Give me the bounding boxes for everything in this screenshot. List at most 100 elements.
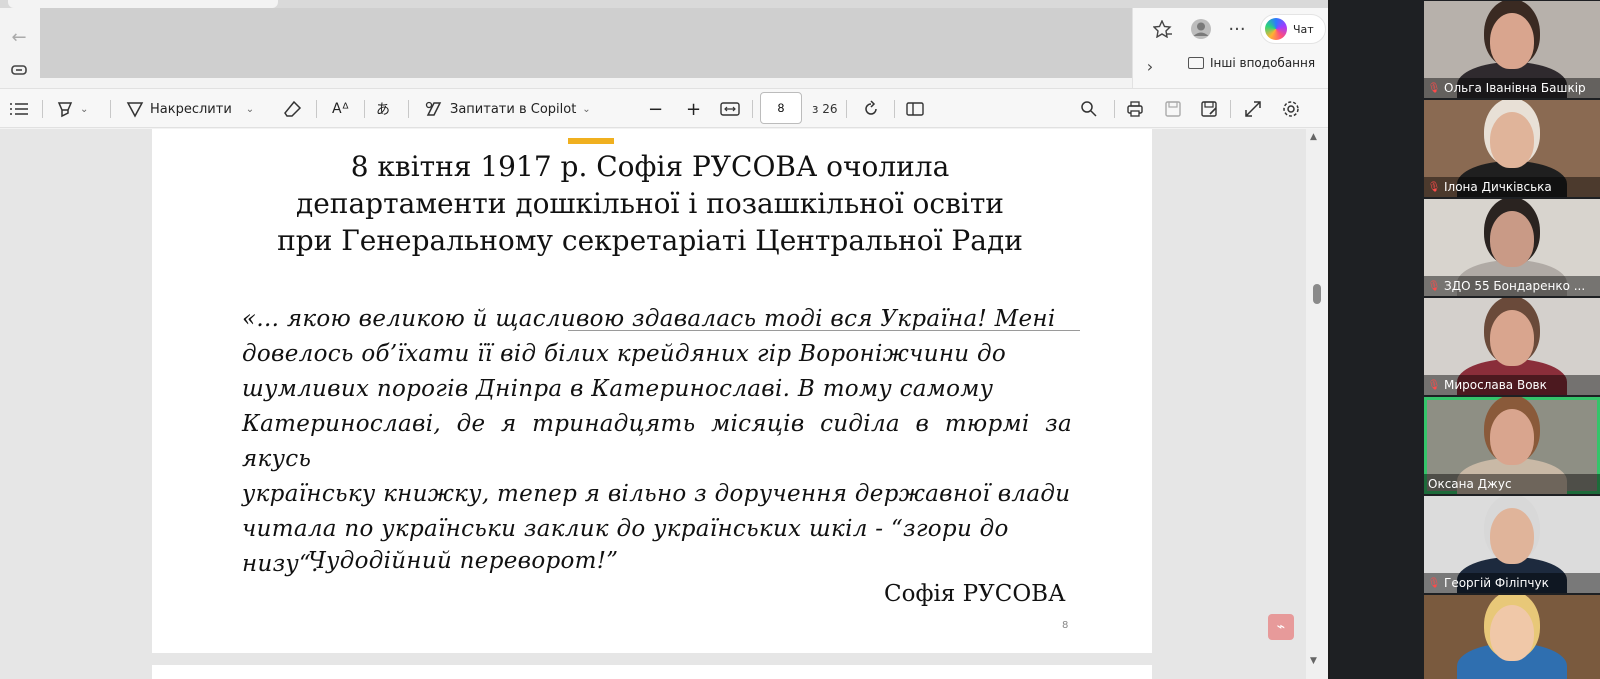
participant-face xyxy=(1490,507,1534,564)
chevron-down-icon[interactable]: ⌄ xyxy=(582,104,590,115)
participant-name: Ольга Іванівна Башкір xyxy=(1444,81,1586,95)
rotate-icon xyxy=(865,100,877,115)
slide-title-line: 8 квітня 1917 р. Софія РУСОВА очолила xyxy=(350,150,950,183)
search-icon xyxy=(1081,101,1097,117)
back-icon[interactable]: ← xyxy=(6,24,32,50)
participant-face xyxy=(1490,12,1534,69)
eraser-button[interactable] xyxy=(284,89,302,129)
chevron-right-icon[interactable]: › xyxy=(1140,54,1160,78)
scrollbar-thumb[interactable] xyxy=(1313,284,1321,304)
read-aloud-icon: Aᐞ xyxy=(332,101,350,117)
chevron-down-icon[interactable]: ⌄ xyxy=(80,104,88,115)
participant-face xyxy=(1490,309,1534,366)
participant-face xyxy=(1490,210,1534,267)
text-underline xyxy=(568,330,1080,331)
vertical-scrollbar[interactable] xyxy=(1306,129,1328,679)
zoom-out-button[interactable]: − xyxy=(648,89,663,129)
tab-actions-icon[interactable] xyxy=(6,60,32,80)
rotate-button[interactable] xyxy=(862,89,880,129)
muted-mic-icon: 🎙 xyxy=(1427,181,1441,193)
search-button[interactable] xyxy=(1080,89,1098,129)
page-number-input[interactable] xyxy=(760,92,802,124)
active-tab[interactable] xyxy=(8,0,278,8)
participant-tile[interactable]: 🎙 ЗДО 55 Бондаренко ... xyxy=(1424,199,1600,296)
quote-line: читала по українськи заклик до українськ… xyxy=(242,516,1009,542)
participant-name-bar: 🎙 Георгій Філіпчук xyxy=(1424,573,1600,593)
chevron-down-icon[interactable]: ⌄ xyxy=(246,104,254,115)
address-area xyxy=(40,8,1132,78)
quote-line: Катеринославі, де я тринадцять місяців с… xyxy=(242,411,1072,472)
participant-tile[interactable]: 🎙 Ольга Іванівна Башкір xyxy=(1424,1,1600,98)
participant-tile[interactable] xyxy=(1424,595,1600,679)
settings-button[interactable] xyxy=(1282,89,1300,129)
fullscreen-button[interactable] xyxy=(1244,89,1262,129)
participant-tile[interactable]: 🎙 Мирослава Вовк xyxy=(1424,298,1600,395)
participant-face xyxy=(1490,605,1534,662)
plus-icon: + xyxy=(686,98,702,120)
highlight-button[interactable]: ⌄ xyxy=(56,89,88,129)
quote-line: довелось об’їхати її від білих крейдяних… xyxy=(242,341,1007,367)
zoom-in-button[interactable]: + xyxy=(686,89,701,129)
print-button[interactable] xyxy=(1126,89,1144,129)
draw-button[interactable]: Накреслити ⌄ xyxy=(126,89,254,129)
participant-name-bar: 🎙 Ілона Дичківська xyxy=(1424,177,1600,197)
more-options-icon[interactable]: ··· xyxy=(1224,16,1250,42)
participant-name: Оксана Джус xyxy=(1428,477,1512,491)
page-total: з 26 xyxy=(812,102,838,116)
participant-name: Георгій Філіпчук xyxy=(1444,576,1549,590)
profile-avatar-icon[interactable] xyxy=(1188,16,1214,42)
quote-line: шумливих порогів Дніпра в Катеринославі.… xyxy=(242,376,994,402)
participant-face xyxy=(1490,111,1534,168)
quote-text: «... якою великою й щасливою здавалась т… xyxy=(242,302,1072,582)
copilot-logo-icon xyxy=(1265,18,1287,40)
draw-pen-icon xyxy=(126,102,144,118)
participant-name: Мирослава Вовк xyxy=(1444,378,1547,392)
expand-icon xyxy=(1245,101,1261,117)
ask-copilot-button[interactable]: Запитати в Copilot ⌄ xyxy=(424,89,591,129)
copilot-chat-label: Чат xyxy=(1293,22,1314,36)
translate-button[interactable]: あ xyxy=(376,89,390,129)
list-icon xyxy=(10,103,28,115)
save-as-button[interactable] xyxy=(1200,89,1218,129)
quote-ending: Чудодійний переворот!” xyxy=(308,548,619,574)
fit-width-icon xyxy=(720,102,740,116)
highlighter-icon xyxy=(57,102,73,118)
save-button[interactable] xyxy=(1164,89,1182,129)
quote-author: Софія РУСОВА xyxy=(884,581,1066,607)
slide-title-line: при Генеральному секретаріаті Центрально… xyxy=(277,224,1023,257)
browser-window: ← ··· Чат › Інші вподобання ⌄ Накреслити… xyxy=(0,0,1328,679)
read-aloud-button[interactable]: Aᐞ xyxy=(332,89,349,129)
participant-tile[interactable]: Оксана Джус xyxy=(1424,397,1600,494)
tab-strip xyxy=(0,0,1328,8)
page-view-icon xyxy=(906,102,924,116)
other-favorites-folder[interactable]: Інші вподобання xyxy=(1188,56,1315,70)
pdf-toolbar: ⌄ Накреслити ⌄ Aᐞ あ Запитати в Copilot ⌄… xyxy=(0,88,1328,128)
slide-title-line: департаменти дошкільної і позашкільної о… xyxy=(296,187,1004,220)
page-view-button[interactable] xyxy=(906,89,924,129)
quote-line: «... якою великою й щасливою здавалась т… xyxy=(242,306,1056,332)
copilot-chat-button[interactable]: Чат xyxy=(1260,14,1326,44)
save-icon xyxy=(1165,101,1181,117)
participant-name-bar: 🎙 Мирослава Вовк xyxy=(1424,375,1600,395)
save-as-icon xyxy=(1201,101,1217,117)
participant-tile[interactable]: 🎙 Ілона Дичківська xyxy=(1424,100,1600,197)
translate-icon: あ xyxy=(376,102,390,118)
scroll-up-icon[interactable]: ▲ xyxy=(1310,132,1317,142)
participant-face xyxy=(1490,408,1534,465)
left-chrome: ← xyxy=(0,8,40,88)
favorites-star-icon[interactable] xyxy=(1150,16,1176,42)
slide-title: 8 квітня 1917 р. Софія РУСОВА очолила де… xyxy=(200,148,1100,259)
folder-icon xyxy=(1188,57,1204,69)
participant-name-bar: 🎙 ЗДО 55 Бондаренко ... xyxy=(1424,276,1600,296)
scroll-down-icon[interactable]: ▼ xyxy=(1310,656,1317,666)
muted-mic-icon: 🎙 xyxy=(1427,577,1441,589)
acrobat-icon[interactable]: ⌁ xyxy=(1268,614,1294,640)
muted-mic-icon: 🎙 xyxy=(1427,82,1441,94)
contents-button[interactable] xyxy=(10,89,28,129)
fit-width-button[interactable] xyxy=(720,89,740,129)
minus-icon: − xyxy=(648,98,664,120)
eraser-icon xyxy=(284,100,302,117)
participant-tile[interactable]: 🎙 Георгій Філіпчук xyxy=(1424,496,1600,593)
participant-name-bar: 🎙 Ольга Іванівна Башкір xyxy=(1424,78,1600,98)
title-accent-bar xyxy=(568,138,614,144)
